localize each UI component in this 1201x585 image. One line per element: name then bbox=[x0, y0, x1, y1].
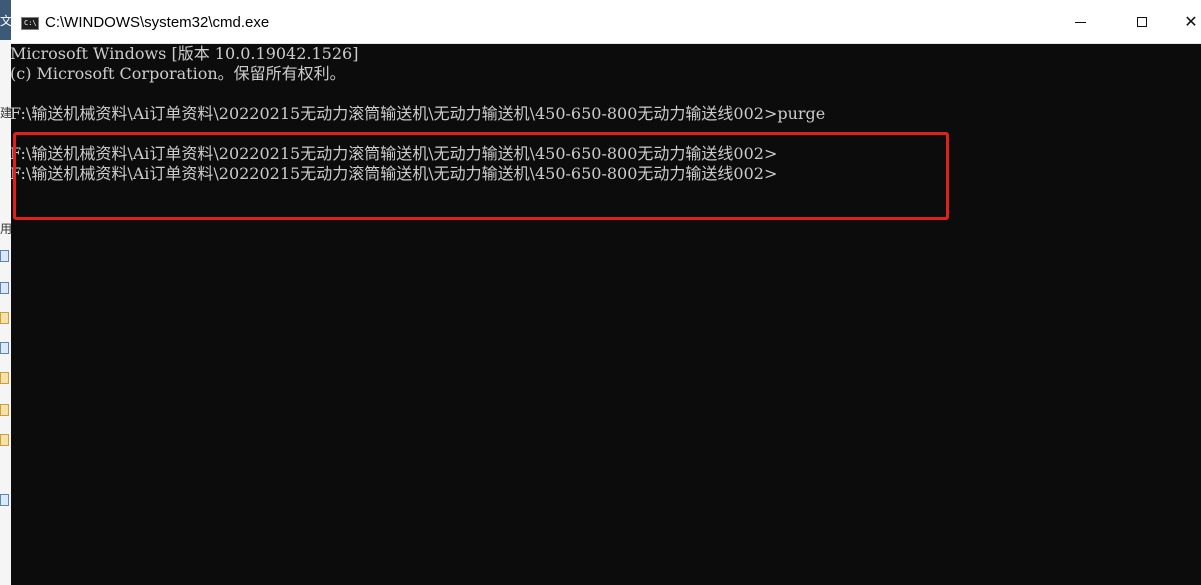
console-line: Microsoft Windows [版本 10.0.19042.1526] bbox=[11, 44, 359, 63]
screenshot: 文 建 用 C:\ C:\WINDOWS\system32\cmd.exe ✕ bbox=[0, 0, 1201, 585]
console-line: F:\输送机械资料\Ai订单资料\20220215无动力滚筒输送机\无动力输送机… bbox=[11, 104, 826, 123]
file-icon[interactable] bbox=[0, 494, 9, 506]
background-glyph: 用 bbox=[0, 222, 11, 236]
background-glyph: 建 bbox=[0, 106, 11, 120]
cmd-icon-text: C:\ bbox=[24, 19, 37, 27]
folder-icon[interactable] bbox=[0, 404, 9, 416]
console-output[interactable]: Microsoft Windows [版本 10.0.19042.1526] (… bbox=[11, 44, 1201, 585]
file-icon[interactable] bbox=[0, 282, 9, 294]
title-bar[interactable]: C:\ C:\WINDOWS\system32\cmd.exe ✕ bbox=[11, 0, 1201, 44]
maximize-icon bbox=[1137, 17, 1147, 27]
cmd-window[interactable]: C:\ C:\WINDOWS\system32\cmd.exe ✕ Micros… bbox=[11, 0, 1201, 585]
folder-icon[interactable] bbox=[0, 372, 9, 384]
console-line: (c) Microsoft Corporation。保留所有权利。 bbox=[11, 64, 346, 83]
file-icon[interactable] bbox=[0, 250, 9, 262]
background-window-titlebar: 文 bbox=[0, 0, 11, 40]
cmd-app-icon[interactable]: C:\ bbox=[21, 17, 39, 30]
red-highlight-box bbox=[13, 132, 949, 220]
folder-icon[interactable] bbox=[0, 312, 9, 324]
window-title: C:\WINDOWS\system32\cmd.exe bbox=[45, 14, 270, 31]
file-icon[interactable] bbox=[0, 342, 9, 354]
maximize-button[interactable] bbox=[1119, 0, 1165, 44]
minimize-button[interactable] bbox=[1057, 0, 1103, 44]
close-icon: ✕ bbox=[1184, 12, 1198, 31]
background-window-edge: 文 建 用 bbox=[0, 0, 11, 585]
background-title-glyph: 文 bbox=[0, 14, 11, 28]
minimize-icon bbox=[1074, 21, 1086, 23]
close-button[interactable]: ✕ bbox=[1181, 0, 1201, 44]
folder-icon[interactable] bbox=[0, 434, 9, 446]
